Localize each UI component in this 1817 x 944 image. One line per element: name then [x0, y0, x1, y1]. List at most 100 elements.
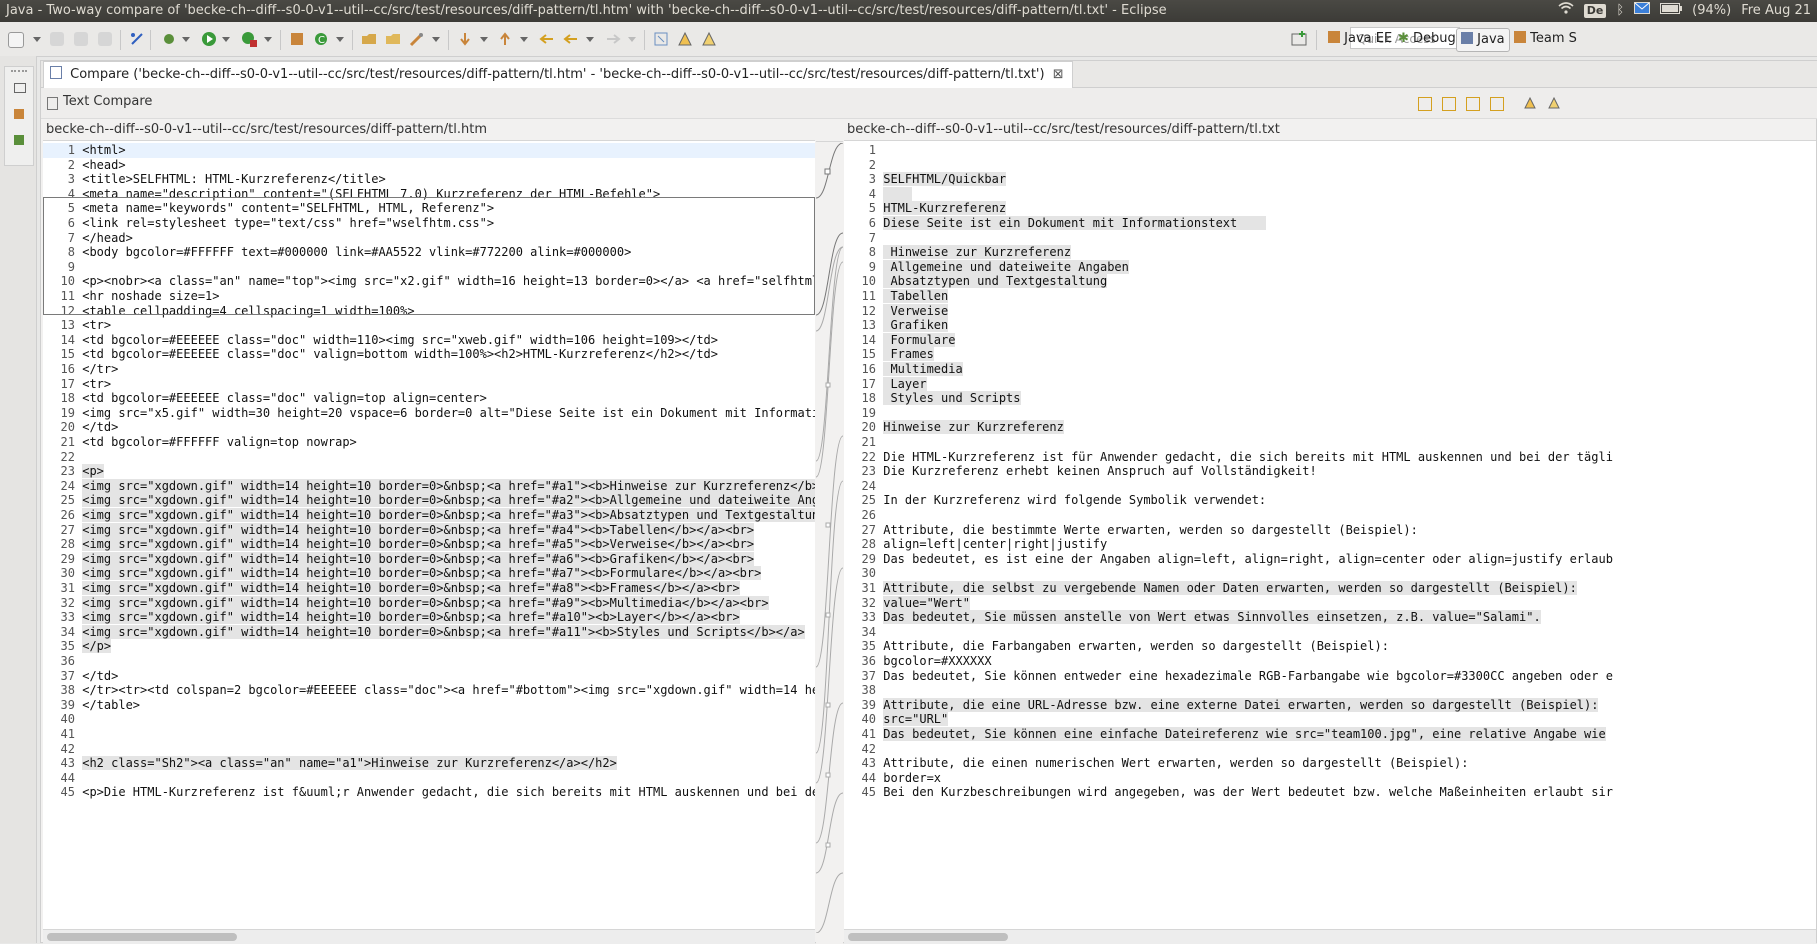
forward-icon[interactable] — [604, 30, 622, 48]
new-java-package-icon[interactable] — [288, 30, 306, 48]
code-line[interactable]: 6 Diese Seite ist ein Dokument mit Infor… — [844, 216, 1816, 231]
package-explorer-icon[interactable] — [14, 109, 24, 119]
line-text[interactable]: <td bgcolor=#EEEEEE class="doc" valign=t… — [82, 391, 487, 405]
code-line[interactable]: 19 <img src="x5.gif" width=30 height=20 … — [43, 406, 815, 421]
code-line[interactable]: 30 <img src="xgdown.gif" width=14 height… — [43, 566, 815, 581]
next-annotation-icon[interactable] — [456, 30, 474, 48]
line-text[interactable]: Bei den Kurzbeschreibungen wird angegebe… — [883, 785, 1613, 799]
code-line[interactable]: 18 Styles und Scripts — [844, 391, 1816, 406]
copy-current-right-to-left-icon[interactable] — [1490, 97, 1504, 111]
pin-editor-icon[interactable] — [652, 30, 670, 48]
code-line[interactable]: 2 <head> — [43, 158, 815, 173]
line-text[interactable]: <img src="xgdown.gif" width=14 height=10… — [82, 493, 815, 508]
clock[interactable]: Fre Aug 21 — [1741, 0, 1811, 22]
line-text[interactable]: <img src="xgdown.gif" width=14 height=10… — [82, 566, 762, 581]
debug-icon[interactable] — [160, 30, 178, 48]
line-text[interactable]: <td bgcolor=#EEEEEE class="doc" width=11… — [82, 333, 718, 347]
print-icon[interactable] — [98, 32, 112, 46]
code-line[interactable]: 1 — [844, 143, 1816, 158]
battery-icon[interactable] — [1660, 0, 1683, 22]
skip-breakpoints-icon[interactable] — [128, 30, 146, 48]
code-line[interactable]: 20 </td> — [43, 420, 815, 435]
line-text[interactable]: Verweise — [883, 303, 949, 318]
line-text[interactable]: </p> — [82, 639, 112, 654]
perspective-java-ee[interactable]: Java EE — [1324, 28, 1396, 50]
line-text[interactable]: </tr><tr><td colspan=2 bgcolor=#EEEEEE c… — [82, 683, 815, 697]
code-line[interactable]: 5 HTML-Kurzreferenz — [844, 201, 1816, 216]
code-line[interactable]: 21 <td bgcolor=#FFFFFF valign=top nowrap… — [43, 435, 815, 450]
code-line[interactable]: 2 — [844, 158, 1816, 173]
line-text[interactable]: Attribute, die selbst zu vergebende Name… — [883, 581, 1577, 595]
open-task-icon[interactable] — [384, 30, 402, 48]
line-text[interactable]: Das bedeutet, Sie können entweder eine h… — [883, 669, 1613, 683]
code-line[interactable]: 26 — [844, 508, 1816, 523]
last-edit-location-icon[interactable] — [538, 30, 556, 48]
code-line[interactable]: 44 border=x — [844, 771, 1816, 786]
code-line[interactable]: 38 — [844, 683, 1816, 698]
line-text[interactable]: <img src="xgdown.gif" width=14 height=10… — [82, 551, 755, 566]
code-line[interactable]: 15 Frames — [844, 347, 1816, 362]
line-text[interactable]: <td bgcolor=#EEEEEE class="doc" valign=b… — [82, 347, 718, 361]
line-text[interactable]: <title>SELFHTML: HTML-Kurzreferenz</titl… — [82, 172, 385, 186]
code-line[interactable]: 32 <img src="xgdown.gif" width=14 height… — [43, 595, 815, 611]
code-line[interactable]: 37 Das bedeutet, Sie können entweder ein… — [844, 669, 1816, 684]
search-icon[interactable] — [408, 30, 426, 48]
line-text[interactable] — [883, 186, 913, 201]
code-line[interactable]: 29 <img src="xgdown.gif" width=14 height… — [43, 551, 815, 567]
new-java-class-dropdown-icon[interactable] — [336, 37, 344, 42]
line-text[interactable]: bgcolor=#XXXXXX — [883, 654, 991, 668]
code-line[interactable]: 17 <tr> — [43, 377, 815, 392]
code-line[interactable]: 32 value="Wert" — [844, 595, 1816, 611]
code-line[interactable]: 12 Verweise — [844, 303, 1816, 319]
line-text[interactable]: Hinweise zur Kurzreferenz — [883, 420, 1064, 435]
line-text[interactable]: Grafiken — [883, 318, 949, 333]
code-line[interactable]: 39 Attribute, die eine URL-Adresse bzw. … — [844, 697, 1816, 713]
line-text[interactable]: Attribute, die Farbangaben erwarten, wer… — [883, 639, 1389, 653]
wifi-icon[interactable] — [1558, 0, 1574, 22]
previous-annotation-icon[interactable] — [496, 30, 514, 48]
line-text[interactable]: <html> — [82, 143, 125, 157]
line-text[interactable]: value="Wert" — [883, 595, 970, 610]
code-line[interactable]: 36 bgcolor=#XXXXXX — [844, 654, 1816, 669]
line-text[interactable]: HTML-Kurzreferenz — [883, 201, 1007, 216]
code-line[interactable]: 43 Attribute, die einen numerischen Wert… — [844, 756, 1816, 771]
forward-dropdown-icon[interactable] — [628, 37, 636, 42]
code-line[interactable]: 35 </p> — [43, 639, 815, 654]
code-line[interactable]: 35 Attribute, die Farbangaben erwarten, … — [844, 639, 1816, 654]
code-line[interactable]: 36 — [43, 654, 815, 669]
bluetooth-icon[interactable]: ᛒ — [1616, 0, 1624, 22]
code-line[interactable]: 29 Das bedeutet, es ist eine der Angaben… — [844, 552, 1816, 567]
code-line[interactable]: 45 <p>Die HTML-Kurzreferenz ist f&uuml;r… — [43, 785, 815, 800]
copy-all-right-to-left-icon[interactable] — [1442, 97, 1456, 111]
right-horizontal-scrollbar[interactable] — [844, 929, 1816, 944]
line-text[interactable]: src="URL" — [883, 712, 949, 727]
code-line[interactable]: 9 Allgemeine und dateiweite Angaben — [844, 259, 1816, 275]
line-text[interactable]: align=left|center|right|justify — [883, 537, 1107, 551]
code-line[interactable]: 40 src="URL" — [844, 712, 1816, 727]
code-line[interactable]: 43 <h2 class="Sh2"><a class="an" name="a… — [43, 756, 815, 771]
code-line[interactable]: 11 Tabellen — [844, 289, 1816, 304]
line-text[interactable]: Allgemeine und dateiweite Angaben — [883, 259, 1129, 274]
code-line[interactable]: 1 <html> — [43, 143, 815, 158]
line-text[interactable]: Diese Seite ist ein Dokument mit Informa… — [883, 216, 1267, 230]
line-text[interactable]: <img src="xgdown.gif" width=14 height=10… — [82, 624, 805, 639]
code-line[interactable]: 25 <img src="xgdown.gif" width=14 height… — [43, 493, 815, 508]
line-text[interactable]: Multimedia — [883, 362, 963, 376]
code-line[interactable]: 4 — [844, 186, 1816, 202]
code-line[interactable]: 26 <img src="xgdown.gif" width=14 height… — [43, 508, 815, 523]
line-text[interactable]: <img src="xgdown.gif" width=14 height=10… — [82, 581, 740, 595]
back-icon[interactable] — [562, 30, 580, 48]
line-text[interactable]: Formulare — [883, 332, 956, 347]
copy-current-left-to-right-icon[interactable] — [1466, 97, 1480, 111]
line-text[interactable]: </td> — [82, 669, 118, 683]
scrollbar-thumb[interactable] — [47, 933, 237, 941]
line-text[interactable]: Das bedeutet, Sie können eine einfache D… — [883, 727, 1606, 741]
code-line[interactable]: 13 Grafiken — [844, 318, 1816, 333]
code-line[interactable]: 23 Die Kurzreferenz erhebt keinen Anspru… — [844, 464, 1816, 479]
line-text[interactable]: Tabellen — [883, 289, 949, 303]
line-text[interactable]: <img src="xgdown.gif" width=14 height=10… — [82, 610, 740, 625]
line-text[interactable]: Hinweise zur Kurzreferenz — [883, 245, 1072, 260]
code-line[interactable]: 40 — [43, 712, 815, 727]
code-line[interactable]: 16 Multimedia — [844, 362, 1816, 377]
mail-icon[interactable] — [1634, 0, 1651, 22]
